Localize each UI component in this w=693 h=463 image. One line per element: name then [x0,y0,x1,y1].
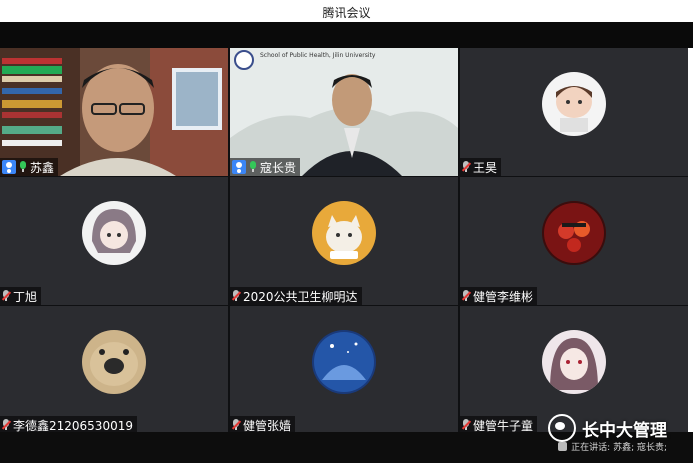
mic-muted-icon [462,161,470,173]
participant-namebar: 王昊 [460,158,502,176]
mic-icon [249,161,257,173]
participant-name: 健管牛子童 [473,418,534,433]
mic-muted-icon [2,419,10,431]
avatar [542,201,606,265]
participant-tile[interactable]: School of Public Health, Jilin Universit… [230,48,458,176]
participant-name: 2020公共卫生柳明达 [243,289,358,304]
video-grid: 苏鑫 School of Public Health, Jilin Univer… [0,48,688,434]
participant-name: 丁旭 [13,289,38,304]
participant-namebar: 寇长贵 [230,158,301,176]
slide-logo-text: School of Public Health, Jilin Universit… [260,52,376,59]
avatar [542,330,606,394]
mic-icon [19,161,27,173]
mic-muted-icon [2,290,10,302]
avatar [312,201,376,265]
mic-muted-icon [462,290,470,302]
avatar [312,330,376,394]
participant-name: 苏鑫 [30,160,55,175]
participant-name: 健管张嫱 [243,418,292,433]
participant-name: 王昊 [473,160,498,175]
participant-tile[interactable]: 健管张嫱 [230,306,458,434]
participant-namebar: 健管李维彬 [460,287,538,305]
camera-feed [0,48,228,176]
watermark-text: 长中大管理 [582,420,667,441]
participant-name: 寇长贵 [260,160,297,175]
mic-muted-icon [232,290,240,302]
app-title: 腾讯会议 [322,6,371,20]
title-bar: 腾讯会议 [0,0,693,22]
participant-namebar: 丁旭 [0,287,42,305]
speaker-icon [558,442,568,451]
avatar [82,201,146,265]
participant-name: 健管李维彬 [473,289,534,304]
participant-namebar: 苏鑫 [0,158,59,176]
participant-tile[interactable]: 丁旭 [0,177,228,305]
participant-tile[interactable]: 苏鑫 [0,48,228,176]
participant-namebar: 2020公共卫生柳明达 [230,287,362,305]
host-icon [2,160,16,174]
participant-tile[interactable]: 王昊 [460,48,688,176]
participant-tile[interactable]: 2020公共卫生柳明达 [230,177,458,305]
participant-tile[interactable]: 李德鑫21206530019 [0,306,228,434]
avatar [542,72,606,136]
wechat-logo-icon [548,414,576,442]
mic-muted-icon [462,419,470,431]
top-toolbar [0,22,693,48]
avatar [82,330,146,394]
mic-muted-icon [232,419,240,431]
participant-name: 李德鑫21206530019 [13,418,133,433]
participant-tile[interactable]: 健管李维彬 [460,177,688,305]
camera-feed [230,48,458,176]
watermark: 长中大管理 [548,414,667,442]
host-icon [232,160,246,174]
